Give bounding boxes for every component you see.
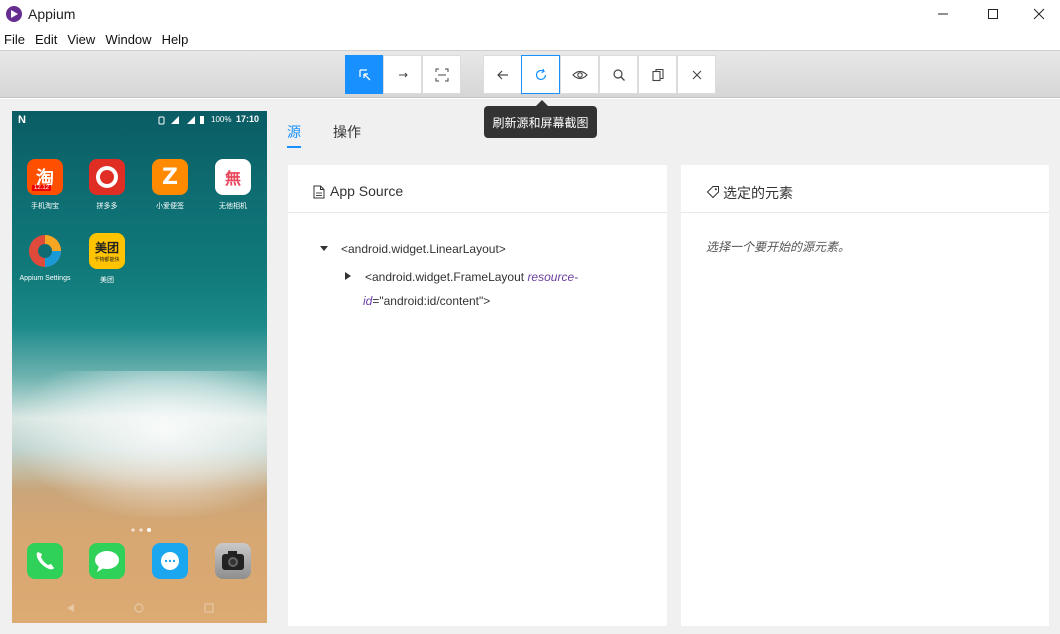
- phone-clock: 17:10: [236, 114, 260, 124]
- browser-app-icon[interactable]: [152, 543, 188, 579]
- menu-file[interactable]: File: [0, 30, 30, 50]
- tree-node-framelayout-cont[interactable]: id="android:id/content">: [363, 294, 490, 308]
- nav-back-icon[interactable]: [67, 604, 74, 612]
- eye-icon: [571, 70, 588, 79]
- search-element-button[interactable]: [599, 55, 638, 94]
- tab-source[interactable]: 源: [287, 122, 301, 142]
- select-cursor-icon: [358, 68, 370, 80]
- page-indicator-dots: [131, 528, 151, 532]
- wuta-label: 无他相机: [219, 203, 247, 210]
- pinduoduo-label: 拼多多: [96, 203, 118, 210]
- menu-bar: File Edit View Window Help: [0, 30, 1060, 50]
- quit-session-button[interactable]: [677, 55, 716, 94]
- carrier-icon: N: [18, 114, 26, 126]
- xiaoai-label: 小爱便签: [156, 203, 184, 210]
- taobao-label: 手机淘宝: [31, 203, 59, 210]
- framelayout-tag: <android.widget.FrameLayout: [365, 270, 528, 284]
- selected-element-placeholder: 选择一个要开始的源元素。: [706, 240, 851, 254]
- wuta-camera-app-icon[interactable]: 無: [215, 159, 251, 195]
- copy-xml-button[interactable]: [638, 55, 677, 94]
- wuta-glyph: 無: [224, 169, 241, 188]
- meituan-glyph: 美团: [94, 241, 119, 255]
- maximize-icon: [988, 9, 998, 19]
- back-button[interactable]: [483, 55, 522, 94]
- camera-app-icon[interactable]: [215, 543, 251, 579]
- toolbar: [0, 50, 1060, 98]
- xiaoai-glyph: Z: [162, 164, 178, 190]
- refresh-source-button[interactable]: [521, 55, 560, 94]
- tag-icon: [706, 186, 719, 199]
- toggle-attributes-button[interactable]: [560, 55, 599, 94]
- nav-home-icon[interactable]: [134, 603, 144, 613]
- phone-app-icon[interactable]: [27, 543, 63, 579]
- window-title: Appium: [28, 6, 76, 22]
- close-window-button[interactable]: [1016, 0, 1060, 28]
- camera-icon: [222, 551, 244, 570]
- minimize-icon: [938, 13, 948, 15]
- close-icon: [1033, 8, 1045, 20]
- appium-settings-logo-icon: [29, 235, 61, 267]
- meituan-label: 美团: [100, 277, 114, 284]
- android-nav-bar: [67, 603, 214, 613]
- appium-settings-label: Appium Settings: [19, 275, 71, 282]
- title-bar: Appium: [0, 0, 1060, 28]
- xiaoai-notes-app-icon[interactable]: Z: [152, 159, 188, 195]
- battery-level: 100%: [211, 115, 232, 124]
- phone-handset-icon: [36, 552, 54, 570]
- refresh-tooltip: 刷新源和屏幕截图: [484, 106, 597, 138]
- app-source-panel: App Source <android.widget.LinearLayout>…: [288, 165, 667, 626]
- arrow-right-icon: [398, 72, 408, 77]
- file-icon: [313, 185, 325, 199]
- selected-element-title: 选定的元素: [723, 185, 793, 201]
- minimize-button[interactable]: [920, 0, 966, 28]
- signal-wifi-icons: [158, 116, 204, 125]
- meituan-app-icon[interactable]: 美团 千物都能快: [89, 233, 125, 269]
- pinduoduo-logo-icon: [96, 166, 118, 188]
- maximize-button[interactable]: [970, 0, 1016, 28]
- scan-icon: [435, 68, 448, 81]
- meituan-sub: 千物都能快: [94, 257, 120, 263]
- phone-status-bar: N 100% 17:10: [12, 111, 267, 129]
- active-tab-indicator: [287, 146, 301, 148]
- appium-settings-app-icon[interactable]: [27, 233, 63, 269]
- pinduoduo-app-icon[interactable]: [89, 159, 125, 195]
- appium-logo-icon: [6, 6, 22, 22]
- menu-help[interactable]: Help: [157, 30, 194, 50]
- close-icon: [692, 70, 701, 79]
- menu-window[interactable]: Window: [100, 30, 156, 50]
- framelayout-attr-name: resource-: [527, 270, 579, 284]
- messages-app-icon[interactable]: [89, 543, 125, 579]
- wallpaper-surf: [12, 371, 267, 521]
- tab-actions[interactable]: 操作: [333, 122, 361, 142]
- caret-right-icon[interactable]: [345, 272, 351, 280]
- arrow-left-icon: [496, 70, 508, 79]
- taobao-badge: 12.12: [32, 185, 52, 191]
- selected-element-panel: 选定的元素 选择一个要开始的源元素。: [681, 165, 1049, 626]
- select-elements-button[interactable]: [345, 55, 384, 94]
- menu-edit[interactable]: Edit: [30, 30, 62, 50]
- chat-icon: [161, 552, 179, 570]
- menu-view[interactable]: View: [62, 30, 100, 50]
- tap-by-coordinates-button[interactable]: [422, 55, 461, 94]
- copy-icon: [651, 68, 664, 81]
- swipe-by-coordinates-button[interactable]: [383, 55, 422, 94]
- framelayout-attr-name-cont: id: [363, 294, 373, 308]
- message-bubble-icon: [95, 551, 119, 572]
- caret-down-icon[interactable]: [320, 245, 328, 253]
- framelayout-attr-value: ="android:id/content">: [372, 294, 491, 308]
- tree-node-framelayout[interactable]: <android.widget.FrameLayout resource-: [365, 270, 578, 284]
- tree-node-linearlayout[interactable]: <android.widget.LinearLayout>: [341, 242, 506, 256]
- nav-recents-icon[interactable]: [204, 603, 214, 613]
- refresh-icon: [535, 68, 546, 80]
- app-source-header: App Source: [288, 165, 667, 213]
- app-source-title: App Source: [330, 183, 404, 199]
- selected-element-header: 选定的元素: [681, 165, 1049, 213]
- search-icon: [612, 68, 625, 81]
- device-screenshot[interactable]: N 100% 17:10 淘 12.12 手机淘宝 拼多多 Z 小爱便签 無 无…: [12, 111, 267, 623]
